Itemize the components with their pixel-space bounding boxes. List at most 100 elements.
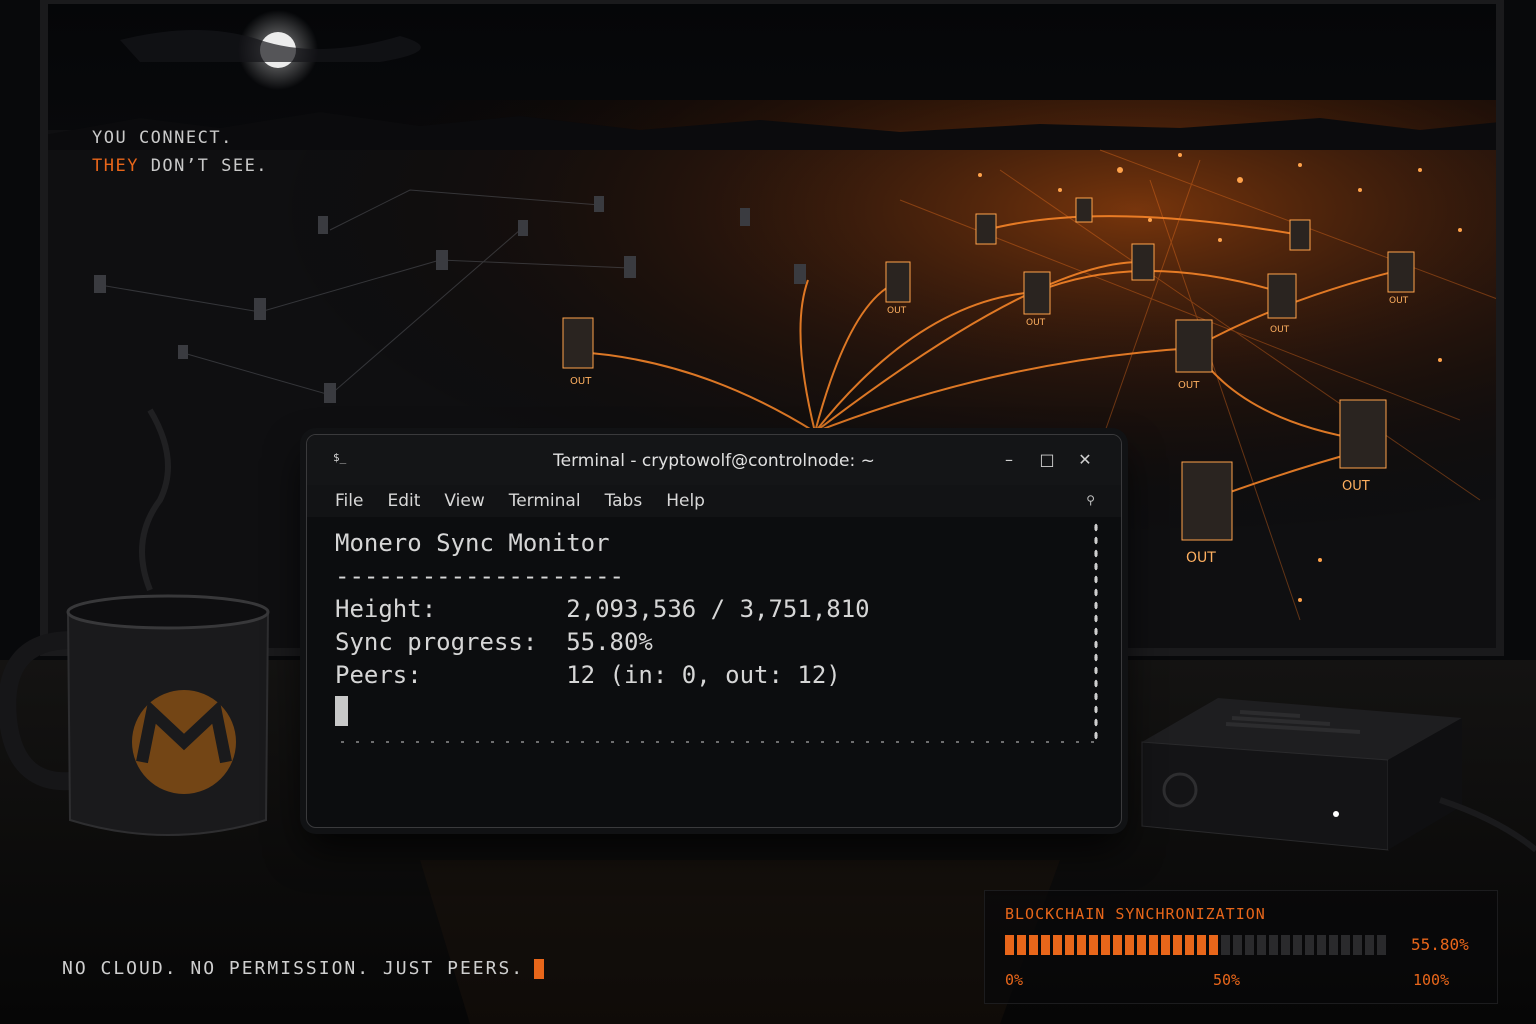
tagline-line-2: THEY DON’T SEE.: [92, 152, 268, 180]
light-dot: [1218, 238, 1222, 242]
node-building: [318, 216, 328, 234]
node-building: [794, 264, 806, 284]
light-dot: [1458, 228, 1462, 232]
node-building: [518, 220, 528, 236]
light-dot: [1358, 188, 1362, 192]
device-power-led: [1333, 811, 1339, 817]
progress-segment-empty: [1269, 935, 1278, 955]
node-building: [562, 317, 594, 369]
tagline: YOU CONNECT. THEY DON’T SEE.: [92, 124, 268, 180]
terminal-window[interactable]: $_ Terminal - cryptowolf@controlnode: ~ …: [306, 434, 1122, 828]
mug-rim: [66, 594, 270, 630]
progress-segment-empty: [1353, 935, 1362, 955]
menu-terminal[interactable]: Terminal: [509, 491, 581, 511]
search-icon[interactable]: ⚲: [1086, 493, 1095, 507]
menu-file[interactable]: File: [335, 491, 363, 511]
node-building: [1339, 399, 1387, 469]
progress-segment-filled: [1197, 935, 1206, 955]
blockchain-sync-panel: BLOCKCHAIN SYNCHRONIZATION 55.80% 0% 50%…: [984, 890, 1498, 1004]
node-out-label: OUT: [1026, 318, 1046, 328]
progress-segment-filled: [1005, 935, 1014, 955]
tagline-accent-word: THEY: [92, 156, 139, 176]
tick-100: 100%: [1413, 971, 1450, 989]
node-out-label: OUT: [1342, 479, 1370, 494]
node-building: [1023, 271, 1051, 315]
node-building: [178, 345, 188, 359]
progress-segment-filled: [1077, 935, 1086, 955]
light-dot: [1418, 168, 1422, 172]
progress-segment-empty: [1257, 935, 1266, 955]
progress-segment-empty: [1377, 935, 1386, 955]
progress-segment-filled: [1125, 935, 1134, 955]
dotted-border-right: [1093, 521, 1099, 741]
progress-segment-filled: [1185, 935, 1194, 955]
monitor-separator: --------------------: [335, 562, 624, 590]
light-dot: [1117, 167, 1123, 173]
light-dot: [1058, 188, 1062, 192]
node-building: [94, 275, 106, 293]
monitor-heading: Monero Sync Monitor: [335, 529, 610, 557]
node-out-label: OUT: [887, 306, 907, 316]
node-building: [1075, 197, 1093, 223]
tagline-line-1: YOU CONNECT.: [92, 128, 233, 148]
dotted-border-bottom: [335, 739, 1099, 745]
tagline-line-2-rest: DON’T SEE.: [138, 156, 269, 176]
progress-segment-filled: [1173, 935, 1182, 955]
menu-tabs[interactable]: Tabs: [605, 491, 643, 511]
progress-segment-filled: [1017, 935, 1026, 955]
light-dot: [1438, 358, 1442, 362]
node-out-label: OUT: [1186, 550, 1216, 566]
light-dot: [1237, 177, 1243, 183]
menubar: File Edit View Terminal Tabs Help ⚲: [307, 485, 1121, 517]
progress-segment-empty: [1365, 935, 1374, 955]
progress-segment-empty: [1281, 935, 1290, 955]
progress-segment-empty: [1221, 935, 1230, 955]
light-dot: [1298, 598, 1302, 602]
node-building: [436, 250, 448, 270]
progress-segment-filled: [1209, 935, 1218, 955]
progress-segment-empty: [1305, 935, 1314, 955]
sync-panel-title: BLOCKCHAIN SYNCHRONIZATION: [1005, 905, 1266, 923]
progress-segment-filled: [1053, 935, 1062, 955]
menu-help[interactable]: Help: [666, 491, 705, 511]
desk-reflection: [420, 860, 1060, 1024]
progress-segment-filled: [1149, 935, 1158, 955]
node-building: [1181, 461, 1233, 541]
progress-segment-empty: [1245, 935, 1254, 955]
terminal-output[interactable]: Monero Sync Monitor --------------------…: [307, 517, 1121, 827]
progress-segment-empty: [1341, 935, 1350, 955]
progress-segment-empty: [1233, 935, 1242, 955]
node-out-label: OUT: [1178, 380, 1200, 391]
terminal-cursor: [335, 696, 348, 726]
close-button[interactable]: ✕: [1073, 449, 1097, 471]
terminal-titlebar[interactable]: $_ Terminal - cryptowolf@controlnode: ~ …: [307, 435, 1121, 485]
node-building: [740, 208, 750, 226]
tick-0: 0%: [1005, 971, 1024, 989]
node-building: [1387, 251, 1415, 293]
node-building: [624, 256, 636, 278]
node-building: [594, 196, 604, 212]
light-dot: [1148, 218, 1152, 222]
footer-slogan: NO CLOUD. NO PERMISSION. JUST PEERS.: [62, 958, 545, 979]
progress-segment-filled: [1029, 935, 1038, 955]
menu-view[interactable]: View: [444, 491, 484, 511]
node-building: [1267, 273, 1297, 319]
node-building: [1175, 319, 1213, 373]
node-building: [1131, 243, 1155, 281]
node-out-label: OUT: [1270, 325, 1290, 335]
menu-edit[interactable]: Edit: [387, 491, 420, 511]
progress-segment-empty: [1293, 935, 1302, 955]
maximize-button[interactable]: □: [1035, 449, 1059, 471]
progress-segment-filled: [1161, 935, 1170, 955]
progress-segment-empty: [1317, 935, 1326, 955]
node-out-9: [1131, 243, 1155, 281]
tick-50: 50%: [1213, 971, 1241, 989]
minimize-button[interactable]: –: [997, 449, 1021, 471]
progress-segment-filled: [1041, 935, 1050, 955]
progress-segment-filled: [1113, 935, 1122, 955]
slogan-cursor: [534, 958, 545, 979]
node-building: [324, 383, 336, 403]
progress-segment-filled: [1089, 935, 1098, 955]
node-out-label: OUT: [1389, 296, 1409, 306]
progress-segment-empty: [1329, 935, 1338, 955]
